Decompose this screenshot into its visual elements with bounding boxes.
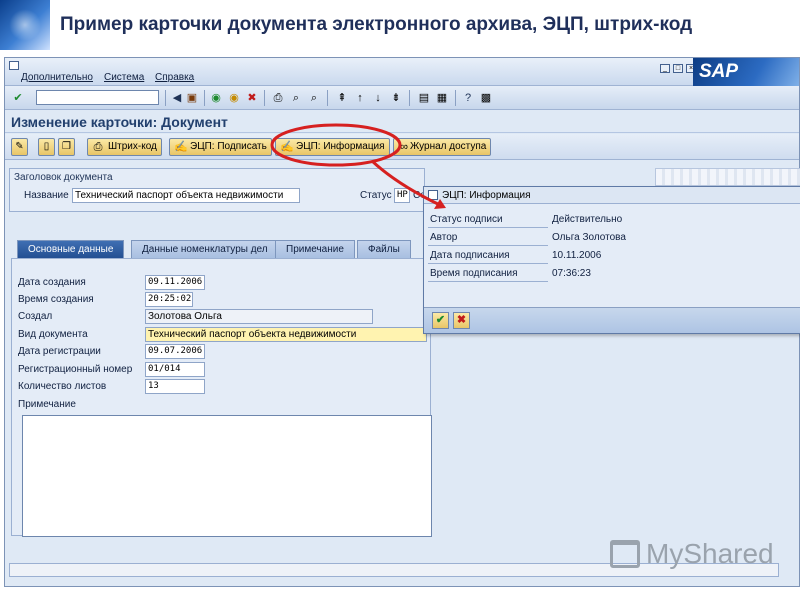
sap-logo: SAP bbox=[693, 58, 799, 86]
signing-time-label: Время подписания bbox=[430, 268, 518, 279]
main-data-panel: Дата создания 09.11.2006 Время создания … bbox=[11, 258, 432, 537]
name-field[interactable]: Технический паспорт объекта недвижимости bbox=[72, 188, 300, 203]
page-title: Изменение карточки: Документ bbox=[11, 114, 228, 130]
slide-logo bbox=[0, 0, 50, 50]
barcode-button-label: Штрих-код bbox=[108, 141, 157, 152]
tab-nomenclature-data[interactable]: Данные номенклатуры дел bbox=[131, 240, 279, 258]
status-field[interactable]: НР bbox=[394, 188, 410, 203]
confirm-check-icon[interactable]: ✔ bbox=[432, 312, 449, 329]
minimize-icon[interactable]: _ bbox=[660, 64, 670, 73]
window-menu-icon[interactable] bbox=[9, 61, 19, 70]
signing-date-value: 10.11.2006 bbox=[552, 250, 602, 261]
menu-item-additional[interactable]: Дополнительно bbox=[21, 72, 93, 83]
save-icon[interactable]: ▣ bbox=[185, 91, 199, 105]
signing-time-value: 07:36:23 bbox=[552, 268, 591, 279]
name-label: Название bbox=[24, 190, 69, 201]
access-log-button[interactable]: ∞ Журнал доступа bbox=[393, 138, 492, 156]
author-label: Автор bbox=[430, 232, 458, 243]
signature-info-button-label: ЭЦП: Информация bbox=[296, 141, 385, 152]
author-value: Ольга Золотова bbox=[552, 232, 626, 243]
registration-date-label: Дата регистрации bbox=[18, 346, 101, 357]
slide-title: Пример карточки документа электронного а… bbox=[60, 14, 693, 35]
access-log-button-label: Журнал доступа bbox=[410, 141, 487, 152]
group-title: Заголовок документа bbox=[14, 172, 113, 183]
signature-status-value: Действительно bbox=[552, 214, 623, 225]
created-by-label: Создал bbox=[18, 311, 53, 322]
watermark-text: MyShared bbox=[646, 538, 774, 569]
back-icon[interactable]: ◉ bbox=[209, 91, 223, 105]
sheet-count-label: Количество листов bbox=[18, 381, 107, 392]
cancel-x-icon[interactable]: ✖ bbox=[453, 312, 470, 329]
sign-button-label: ЭЦП: Подписать bbox=[190, 141, 267, 152]
registration-number-label: Регистрационный номер bbox=[18, 364, 133, 375]
command-field[interactable] bbox=[36, 90, 159, 105]
application-toolbar: ✎ ▯ ❐ ⎙ Штрих-код ✍ ЭЦП: Подписать ✍ ЭЦП… bbox=[5, 134, 799, 160]
menu-bar: Дополнительно Система Справка _ □ × SAP bbox=[5, 58, 799, 86]
enter-check-icon[interactable]: ✔ bbox=[11, 91, 25, 105]
tab-files[interactable]: Файлы bbox=[357, 240, 411, 258]
page-title-bar: Изменение карточки: Документ bbox=[5, 111, 799, 133]
sign-pen-icon: ✍ bbox=[174, 141, 188, 153]
sign-button[interactable]: ✍ ЭЦП: Подписать bbox=[169, 138, 272, 156]
first-page-icon[interactable]: ⇞ bbox=[335, 91, 349, 105]
glasses-icon: ∞ bbox=[400, 141, 408, 153]
shortcut-icon[interactable]: ▦ bbox=[435, 91, 449, 105]
signature-info-button[interactable]: ✍ ЭЦП: Информация bbox=[275, 138, 390, 156]
create-document-button[interactable]: ▯ bbox=[38, 138, 55, 156]
document-header-group: Заголовок документа Название Технический… bbox=[9, 168, 426, 212]
popup-footer: ✔ ✖ bbox=[424, 307, 800, 333]
find-next-icon[interactable]: ⌕ bbox=[307, 91, 321, 105]
created-by-field: Золотова Ольга bbox=[145, 309, 373, 324]
tab-strip: Основные данные Данные номенклатуры дел … bbox=[17, 240, 437, 258]
next-page-icon[interactable]: ↓ bbox=[371, 91, 385, 105]
last-page-icon[interactable]: ⇟ bbox=[389, 91, 403, 105]
signature-status-label: Статус подписи bbox=[430, 214, 503, 225]
watermark-icon bbox=[610, 540, 640, 568]
status-label: Статус bbox=[360, 190, 392, 201]
sheet-count-field[interactable]: 13 bbox=[145, 379, 205, 394]
popup-window-icon bbox=[428, 190, 438, 200]
copy-document-button[interactable]: ❐ bbox=[58, 138, 75, 156]
created-date-label: Дата создания bbox=[18, 277, 86, 288]
printer-icon: ⎙ bbox=[93, 141, 103, 153]
popup-title: ЭЦП: Информация bbox=[442, 190, 531, 201]
background-document-thumbnail bbox=[655, 168, 800, 186]
note-textarea[interactable] bbox=[22, 415, 432, 537]
cancel-icon[interactable]: ✖ bbox=[245, 91, 259, 105]
created-time-field[interactable]: 20:25:02 bbox=[145, 292, 193, 307]
document-type-field[interactable]: Технический паспорт объекта недвижимости bbox=[145, 327, 427, 342]
registration-number-field[interactable]: 01/014 bbox=[145, 362, 205, 377]
signature-info-popup: ЭЦП: Информация Статус подписи Действите… bbox=[423, 186, 800, 334]
find-icon[interactable]: ⌕ bbox=[289, 91, 303, 105]
created-date-field[interactable]: 09.11.2006 bbox=[145, 275, 205, 290]
menu-item-system[interactable]: Система bbox=[104, 72, 144, 83]
document-type-label: Вид документа bbox=[18, 329, 88, 340]
note-label: Примечание bbox=[18, 399, 76, 410]
tab-note[interactable]: Примечание bbox=[275, 240, 355, 258]
exit-icon[interactable]: ◉ bbox=[227, 91, 241, 105]
standard-toolbar: ✔ ◀ ▣ ◉ ◉ ✖ ⎙ ⌕ ⌕ ⇞ ↑ ↓ ⇟ ▤ ▦ ? ▩ bbox=[5, 86, 799, 110]
tab-main-data[interactable]: Основные данные bbox=[17, 240, 125, 258]
popup-title-bar: ЭЦП: Информация bbox=[424, 187, 800, 204]
signing-date-label: Дата подписания bbox=[430, 250, 510, 261]
barcode-button[interactable]: ⎙ Штрих-код bbox=[87, 138, 162, 156]
signature-info-icon: ✍ bbox=[280, 141, 294, 153]
registration-date-field[interactable]: 09.07.2006 bbox=[145, 344, 205, 359]
created-time-label: Время создания bbox=[18, 294, 94, 305]
previous-page-icon[interactable]: ↑ bbox=[353, 91, 367, 105]
sap-window: Дополнительно Система Справка _ □ × SAP … bbox=[4, 57, 800, 587]
new-session-icon[interactable]: ▤ bbox=[417, 91, 431, 105]
print-icon[interactable]: ⎙ bbox=[271, 91, 285, 105]
edit-pencil-button[interactable]: ✎ bbox=[11, 138, 28, 156]
layout-menu-icon[interactable]: ▩ bbox=[479, 91, 493, 105]
maximize-icon[interactable]: □ bbox=[673, 64, 683, 73]
help-icon[interactable]: ? bbox=[461, 91, 475, 105]
menu-item-help[interactable]: Справка bbox=[155, 72, 194, 83]
back-arrow-icon[interactable]: ◀ bbox=[170, 91, 184, 105]
